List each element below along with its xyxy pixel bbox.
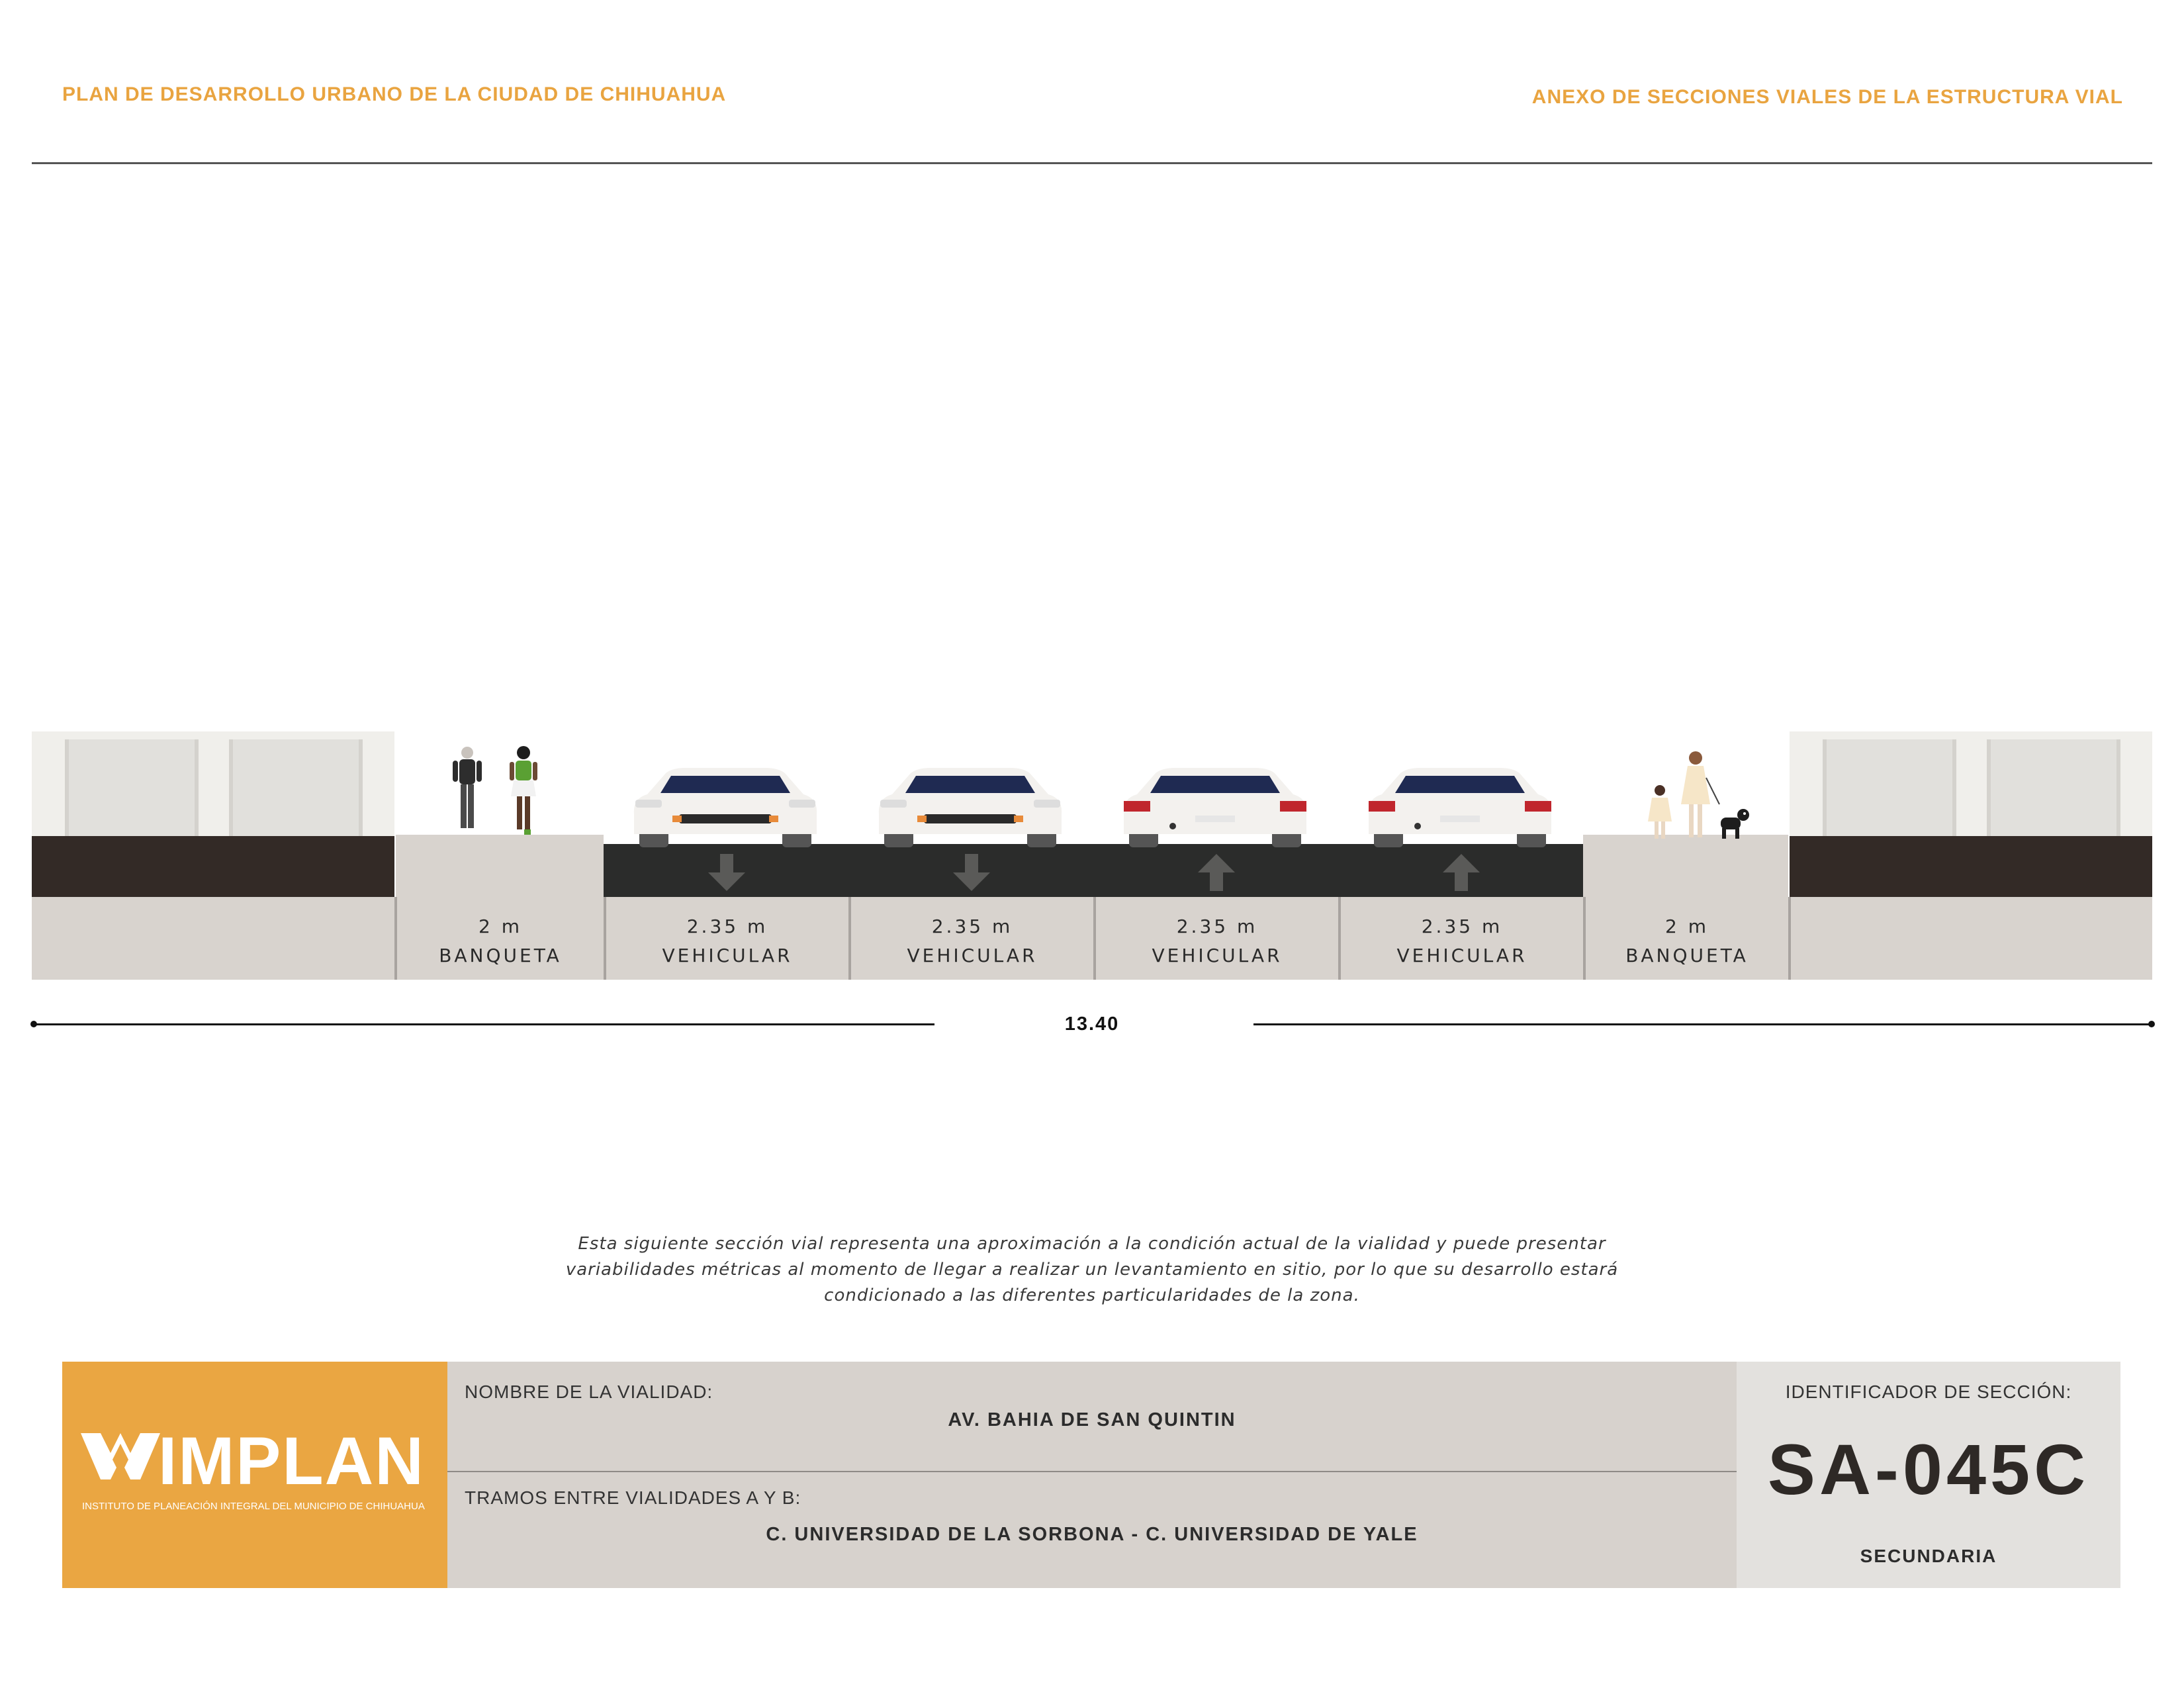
dimension-line-left — [33, 1023, 934, 1025]
total-width: 13.40 — [1064, 1013, 1120, 1035]
disclaimer-line: variabilidades métricas al momento de ll… — [565, 1260, 1619, 1280]
segment-divider — [1338, 897, 1341, 980]
pedestrian-icon — [510, 746, 537, 835]
segment-lane-3: 2.35 m VEHICULAR — [1096, 897, 1338, 980]
section-id-label: IDENTIFICADOR DE SECCIÓN: — [1785, 1382, 2072, 1402]
sidewalk-right-surface — [1583, 835, 1788, 897]
segment-range-label: TRAMOS ENTRE VIALIDADES A Y B: — [465, 1487, 801, 1508]
segment-type: VEHICULAR — [1396, 945, 1527, 966]
segment-lane-2: 2.35 m VEHICULAR — [851, 897, 1093, 980]
roadway — [604, 844, 1583, 897]
segment-type: VEHICULAR — [662, 945, 793, 966]
segment-width: 2.35 m — [1421, 915, 1503, 937]
segment-divider — [848, 897, 851, 980]
segment-lane-4: 2.35 m VEHICULAR — [1341, 897, 1583, 980]
segment-sidewalk-left: 2 m BANQUETA — [397, 897, 604, 980]
segment-width: 2 m — [478, 915, 522, 937]
segment-width: 2.35 m — [931, 915, 1013, 937]
arrow-down-icon — [708, 854, 745, 891]
dimension-line-right — [1253, 1023, 2152, 1025]
implan-logo: IMPLAN INSTITUTO DE PLANEACIÓN INTEGRAL … — [62, 1362, 447, 1588]
car-front-icon — [633, 768, 817, 847]
car-rear-icon — [1368, 768, 1552, 847]
car-front-icon — [878, 768, 1062, 847]
segment-divider — [394, 897, 397, 980]
pedestrian-icon — [1681, 751, 1720, 837]
disclaimer-note: Esta siguiente sección vial representa u… — [463, 1231, 1721, 1309]
building-right — [1790, 731, 2152, 836]
segment-type: BANQUETA — [1625, 945, 1749, 966]
segment-divider — [1583, 897, 1586, 980]
document-title: PLAN DE DESARROLLO URBANO DE LA CIUDAD D… — [62, 83, 727, 105]
building-window — [229, 739, 363, 836]
header-divider — [32, 162, 2152, 164]
panel-divider — [447, 1471, 1737, 1472]
building-window — [65, 739, 199, 836]
disclaimer-line: Esta siguiente sección vial representa u… — [578, 1234, 1606, 1254]
property-band-left — [32, 836, 394, 898]
road-classification: SECUNDARIA — [1860, 1546, 1997, 1566]
edge-cell-right — [1790, 897, 2152, 980]
arrow-up-icon — [1198, 854, 1235, 891]
segment-type: VEHICULAR — [907, 945, 1038, 966]
segment-divider — [1093, 897, 1096, 980]
street-name-label: NOMBRE DE LA VIALIDAD: — [465, 1382, 713, 1402]
logo-subtitle: INSTITUTO DE PLANEACIÓN INTEGRAL DEL MUN… — [82, 1501, 425, 1512]
property-band-right — [1790, 836, 2152, 898]
section-id-code: SA-045C — [1767, 1429, 2090, 1509]
street-info-panel: NOMBRE DE LA VIALIDAD: AV. BAHIA DE SAN … — [447, 1362, 1737, 1588]
segment-sidewalk-right: 2 m BANQUETA — [1586, 897, 1788, 980]
segment-lane-1: 2.35 m VEHICULAR — [606, 897, 848, 980]
segment-range-value: C. UNIVERSIDAD DE LA SORBONA - C. UNIVER… — [766, 1524, 1418, 1545]
sidewalk-left-surface — [396, 835, 604, 897]
street-cross-section: 2 m BANQUETA 2.35 m VEHICULAR 2.35 m VEH… — [32, 731, 2152, 980]
segment-divider — [604, 897, 606, 980]
car-rear-icon — [1123, 768, 1307, 847]
pedestrian-icon — [453, 747, 482, 828]
arrow-up-icon — [1443, 854, 1480, 891]
implan-emblem-icon — [81, 1433, 160, 1479]
segment-type: VEHICULAR — [1152, 945, 1283, 966]
annex-title: ANEXO DE SECCIONES VIALES DE LA ESTRUCTU… — [1531, 86, 2123, 108]
segment-width: 2.35 m — [1176, 915, 1258, 937]
arrow-down-icon — [953, 854, 990, 891]
edge-cell-left — [32, 897, 394, 980]
dimension-end-marker — [2148, 1021, 2155, 1027]
segment-width: 2 m — [1665, 915, 1709, 937]
segment-divider — [1788, 897, 1791, 980]
child-pedestrian-icon — [1648, 785, 1672, 839]
building-window — [1823, 739, 1956, 836]
segment-width: 2.35 m — [686, 915, 768, 937]
building-left — [32, 731, 394, 836]
segment-type: BANQUETA — [439, 945, 562, 966]
street-name-value: AV. BAHIA DE SAN QUINTIN — [948, 1409, 1236, 1430]
section-id-panel: IDENTIFICADOR DE SECCIÓN: SA-045C SECUND… — [1737, 1362, 2120, 1588]
building-window — [1987, 739, 2120, 836]
disclaimer-line: condicionado a las diferentes particular… — [824, 1286, 1360, 1305]
logo-wordmark: IMPLAN — [158, 1423, 425, 1499]
dog-icon — [1721, 809, 1749, 839]
